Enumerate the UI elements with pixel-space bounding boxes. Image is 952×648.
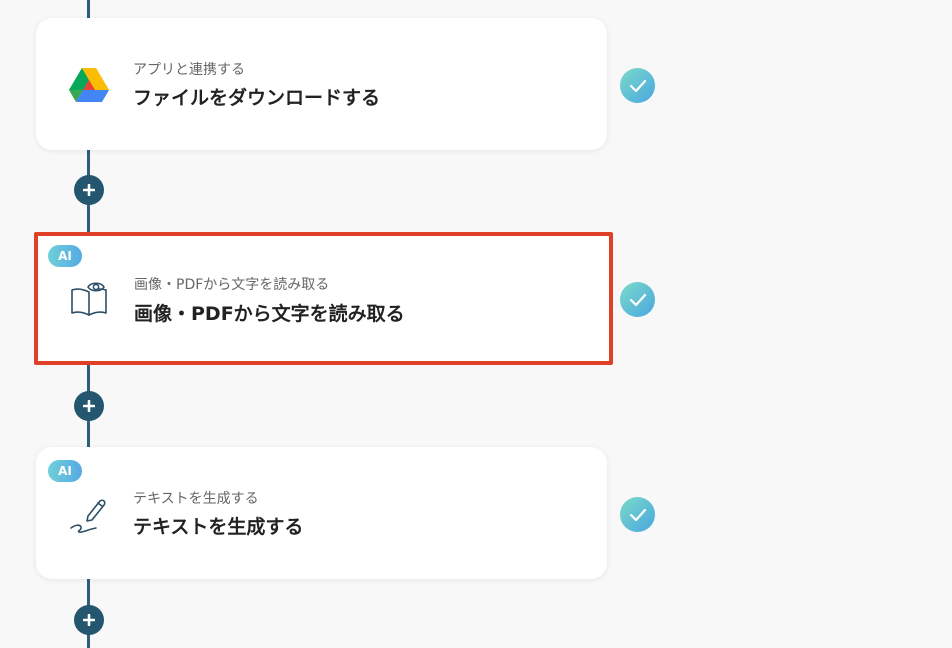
plus-icon	[83, 184, 95, 196]
ai-badge: AI	[48, 245, 82, 267]
add-step-button[interactable]	[74, 175, 104, 205]
ai-badge: AI	[48, 460, 82, 482]
step-title: ファイルをダウンロードする	[133, 87, 381, 109]
plus-icon	[83, 400, 95, 412]
book-eye-icon	[68, 278, 110, 320]
step-card-generate-text[interactable]: テキストを生成する テキストを生成する	[36, 447, 607, 579]
step-subtitle: テキストを生成する	[133, 491, 259, 507]
plus-icon	[83, 614, 95, 626]
pen-icon	[68, 492, 110, 534]
add-step-button[interactable]	[74, 605, 104, 635]
step-subtitle: アプリと連携する	[133, 62, 245, 78]
step-completed-check-icon	[620, 68, 655, 103]
google-drive-icon	[68, 63, 110, 105]
add-step-button[interactable]	[74, 391, 104, 421]
step-completed-check-icon	[620, 497, 655, 532]
step-card-ocr[interactable]: 画像・PDFから文字を読み取る 画像・PDFから文字を読み取る	[34, 232, 613, 365]
step-title: 画像・PDFから文字を読み取る	[134, 303, 405, 325]
step-card-download-file[interactable]: アプリと連携する ファイルをダウンロードする	[36, 18, 607, 150]
step-title: テキストを生成する	[133, 516, 304, 538]
step-subtitle: 画像・PDFから文字を読み取る	[134, 277, 330, 293]
step-completed-check-icon	[620, 282, 655, 317]
